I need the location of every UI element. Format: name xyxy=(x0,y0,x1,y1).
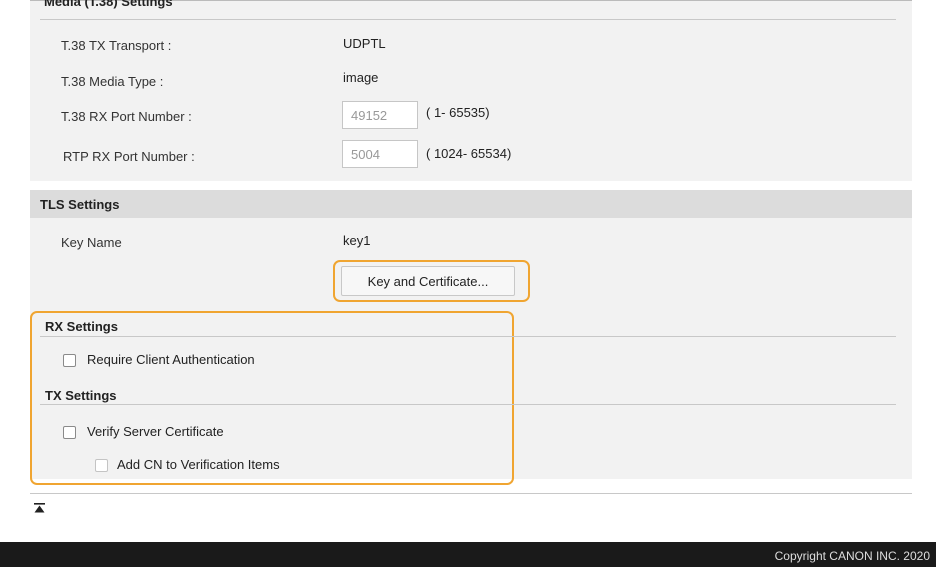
verify-server-cert-checkbox[interactable] xyxy=(63,426,76,439)
tx-section-title: TX Settings xyxy=(45,388,117,403)
media-section-title: Media (T.38) Settings xyxy=(44,0,173,9)
key-name-value: key1 xyxy=(343,233,371,248)
tx-section-divider xyxy=(40,404,896,405)
media-type-label: T.38 Media Type : xyxy=(61,74,164,89)
copyright-text: Copyright CANON INC. 2020 xyxy=(774,549,930,563)
bottom-divider xyxy=(30,493,912,494)
rx-section-title: RX Settings xyxy=(45,319,118,334)
back-to-top-icon[interactable] xyxy=(34,503,45,513)
rx-port-range: ( 1- 65535) xyxy=(426,105,490,120)
rtp-port-input[interactable] xyxy=(342,140,418,168)
rx-port-input[interactable] xyxy=(342,101,418,129)
verify-server-cert-label[interactable]: Verify Server Certificate xyxy=(87,424,224,439)
rtp-port-label: RTP RX Port Number : xyxy=(63,149,195,164)
require-client-auth-checkbox[interactable] xyxy=(63,354,76,367)
key-name-label: Key Name xyxy=(61,235,122,250)
add-cn-checkbox[interactable] xyxy=(95,459,108,472)
tx-transport-label: T.38 TX Transport : xyxy=(61,38,172,53)
add-cn-label[interactable]: Add CN to Verification Items xyxy=(117,457,280,472)
tls-section-title: TLS Settings xyxy=(40,197,120,212)
media-type-value: image xyxy=(343,70,379,85)
rx-port-label: T.38 RX Port Number : xyxy=(61,109,192,124)
rtp-port-range: ( 1024- 65534) xyxy=(426,146,512,161)
tx-transport-value: UDPTL xyxy=(343,36,386,51)
media-section-divider xyxy=(40,19,896,20)
tls-section-header xyxy=(30,190,912,218)
key-and-certificate-button[interactable]: Key and Certificate... xyxy=(341,266,515,296)
rx-section-divider xyxy=(40,336,896,337)
require-client-auth-label[interactable]: Require Client Authentication xyxy=(87,352,255,367)
